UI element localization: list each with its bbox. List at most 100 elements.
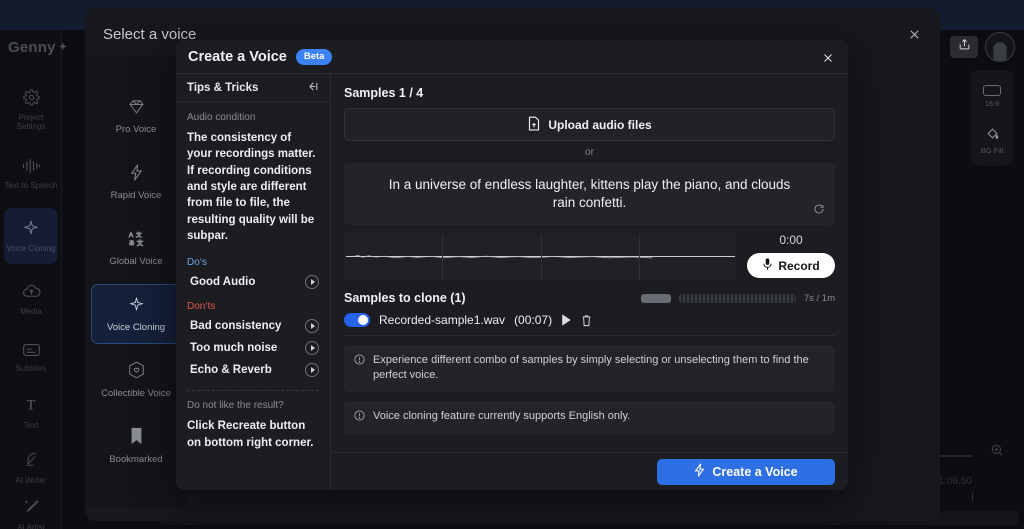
feather-pen-icon: [23, 451, 40, 470]
voice-category-collectible-voice[interactable]: Collectible Voice: [91, 350, 181, 410]
collapse-left-icon[interactable]: [306, 81, 319, 95]
tip-label: Good Audio: [190, 276, 256, 289]
sample-play-button[interactable]: [561, 314, 572, 326]
svg-text:文: 文: [137, 237, 144, 246]
gear-icon: [22, 89, 40, 108]
record-timer: 0:00: [779, 233, 803, 247]
sidebar-item-voice-cloning[interactable]: Voice Cloning: [4, 208, 58, 264]
create-a-voice-content: Samples 1 / 4 Upload audio files or In a…: [331, 74, 848, 490]
voice-category-rapid-voice[interactable]: Rapid Voice: [91, 152, 181, 212]
svg-text:文: 文: [136, 231, 142, 239]
sidebar-item-text-to-speech[interactable]: Text to Speech: [4, 146, 58, 202]
tips-divider: [187, 390, 319, 392]
tip-label: Too much noise: [190, 342, 278, 355]
share-button[interactable]: [950, 36, 978, 58]
screen-root: Genny ✦ Project Settings Text to Speech …: [0, 0, 1024, 529]
notice-sample-combo: Experience different combo of samples by…: [344, 345, 835, 392]
voice-category-label: Bookmarked: [109, 454, 163, 465]
script-text: In a universe of endless laughter, kitte…: [388, 176, 791, 210]
play-icon[interactable]: [305, 275, 319, 290]
voice-category-pro-voice[interactable]: Pro Voice: [91, 86, 181, 146]
diamond-icon: [128, 98, 145, 118]
info-icon: [354, 410, 365, 426]
svg-text:T: T: [27, 397, 36, 413]
sample-enable-toggle[interactable]: [344, 313, 370, 327]
recorder-row: 0:00 Record: [344, 233, 835, 280]
brand-sparkle-icon: ✦: [58, 41, 68, 53]
create-a-voice-dialog: Create a Voice Beta Tips & Tricks Audio …: [176, 40, 848, 490]
svg-text:A: A: [129, 232, 134, 239]
microphone-icon: [762, 257, 773, 274]
svg-text:あ: あ: [129, 239, 135, 246]
voice-category-label: Collectible Voice: [101, 388, 171, 399]
voice-category-rail: Pro Voice Rapid Voice A文あ文 Global Voice …: [85, 56, 187, 507]
sidebar-item-project-settings[interactable]: Project Settings: [4, 82, 58, 138]
file-upload-icon: [527, 116, 541, 134]
voice-category-label: Pro Voice: [115, 123, 157, 135]
create-a-voice-header: Create a Voice Beta: [176, 40, 848, 74]
voice-category-bookmarked[interactable]: Bookmarked: [91, 416, 181, 476]
tip-label: Echo & Reverb: [190, 364, 272, 377]
create-a-voice-submit-button[interactable]: Create a Voice: [657, 458, 835, 485]
info-icon: [354, 354, 365, 384]
sidebar-item-subtitles[interactable]: Subtitles: [4, 330, 58, 386]
subtitles-icon: [22, 343, 41, 359]
sidebar-item-text[interactable]: T Text: [4, 385, 58, 441]
zoom-in-icon[interactable]: [990, 443, 1004, 462]
tips-and-tricks-panel: Tips & Tricks Audio condition The consis…: [176, 74, 331, 490]
sidebar-label: Voice Cloning: [6, 244, 56, 253]
tip-item-bad-consistency[interactable]: Bad consistency: [187, 315, 319, 337]
lightning-icon: [694, 463, 705, 480]
samples-counter: Samples 1 / 4: [344, 86, 424, 100]
sample-delete-button[interactable]: [581, 314, 592, 327]
tips-header: Tips & Tricks: [176, 74, 330, 102]
bg-fill-tool[interactable]: BG Fill: [973, 120, 1011, 160]
play-icon[interactable]: [305, 341, 319, 356]
voice-category-label: Rapid Voice: [110, 189, 162, 201]
upload-audio-files-button[interactable]: Upload audio files: [344, 108, 835, 141]
samples-to-clone-title: Samples to clone (1): [344, 291, 466, 305]
notice-text: Experience different combo of samples by…: [373, 354, 809, 382]
tip-label: Bad consistency: [190, 320, 282, 333]
dialog-title: Create a Voice: [188, 48, 287, 65]
brand-label: Genny: [8, 38, 56, 56]
sample-row: Recorded-sample1.wav (00:07): [344, 313, 835, 336]
voice-category-voice-cloning[interactable]: Voice Cloning: [91, 284, 181, 344]
sidebar-label: AI Artist: [17, 522, 45, 529]
tips-subheading: Audio condition: [187, 112, 256, 123]
refresh-icon[interactable]: [813, 202, 825, 220]
tip-item-too-much-noise[interactable]: Too much noise: [187, 337, 319, 359]
duration-meter-remaining: [678, 293, 796, 303]
sidebar-label: Subtitles: [15, 364, 47, 373]
sidebar-item-ai-writer[interactable]: AI Writer: [4, 440, 58, 496]
tip-item-good-audio[interactable]: Good Audio: [187, 271, 319, 293]
donts-label: Don‘ts: [187, 301, 216, 313]
tip-item-echo-reverb[interactable]: Echo & Reverb: [187, 359, 319, 381]
avatar[interactable]: [985, 32, 1015, 62]
record-button[interactable]: Record: [747, 253, 835, 278]
play-icon[interactable]: [305, 363, 319, 378]
voice-category-global-voice[interactable]: A文あ文 Global Voice: [91, 218, 181, 278]
tips-paragraph: The consistency of your recordings matte…: [187, 132, 316, 242]
duration-meter-filled: [640, 293, 671, 303]
tips-footer-subheading: Do not like the result?: [187, 400, 284, 412]
duration-meter-label: 7s / 1m: [803, 292, 835, 304]
script-prompt-box: In a universe of endless laughter, kitte…: [344, 163, 835, 225]
bookmark-icon: [129, 427, 144, 448]
waveform-display: [344, 233, 737, 280]
sidebar-item-ai-artist[interactable]: AI Artist: [4, 495, 58, 529]
sidebar-label: Text: [23, 421, 39, 430]
select-a-voice-close-button[interactable]: [902, 22, 926, 46]
sidebar-item-media[interactable]: Media: [4, 272, 58, 328]
duration-meter: 7s / 1m: [640, 292, 835, 304]
sidebar-label: Text to Speech: [4, 181, 58, 190]
samples-to-clone-row: Samples to clone (1) 7s / 1m: [344, 291, 835, 305]
magic-brush-icon: [23, 498, 40, 517]
create-a-voice-close-button[interactable]: [818, 48, 838, 68]
play-icon[interactable]: [305, 319, 319, 334]
canvas-tools-panel: 16:9 BG Fill: [970, 70, 1014, 166]
aspect-ratio-tool[interactable]: 16:9: [973, 76, 1011, 116]
sample-duration: (00:07): [514, 313, 553, 327]
tips-footer-paragraph: Click Recreate button on bottom right co…: [187, 420, 314, 449]
upload-label: Upload audio files: [548, 117, 652, 132]
